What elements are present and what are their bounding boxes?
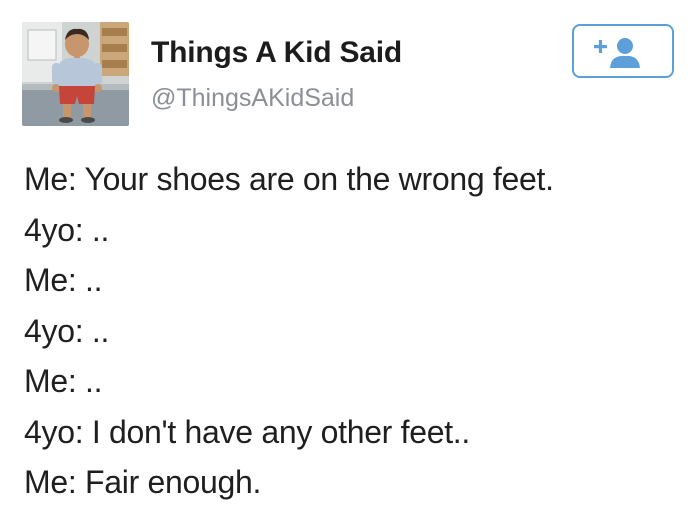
tweet-line: 4yo: ..	[24, 211, 110, 248]
author-display-name[interactable]: Things A Kid Said	[151, 36, 402, 70]
avatar[interactable]	[22, 22, 129, 126]
tweet-line: Me: Your shoes are on the wrong feet.	[24, 161, 554, 197]
avatar-image	[22, 22, 129, 126]
author-handle[interactable]: @ThingsAKidSaid	[151, 84, 354, 113]
tweet-line: 4yo: ..	[24, 312, 110, 349]
tweet-line: 4yo: I don't have any other feet..	[24, 413, 470, 450]
follow-button[interactable]	[572, 24, 674, 78]
tweet-card: Things A Kid Said @ThingsAKidSaid Me: Yo…	[0, 0, 700, 519]
tweet-body: Me: Your shoes are on the wrong feet. 4y…	[24, 154, 684, 508]
tweet-line: Me: Fair enough.	[24, 464, 262, 500]
add-user-icon	[594, 38, 640, 68]
tweet-line: Me: ..	[24, 363, 103, 399]
tweet-line: Me: ..	[24, 262, 103, 298]
